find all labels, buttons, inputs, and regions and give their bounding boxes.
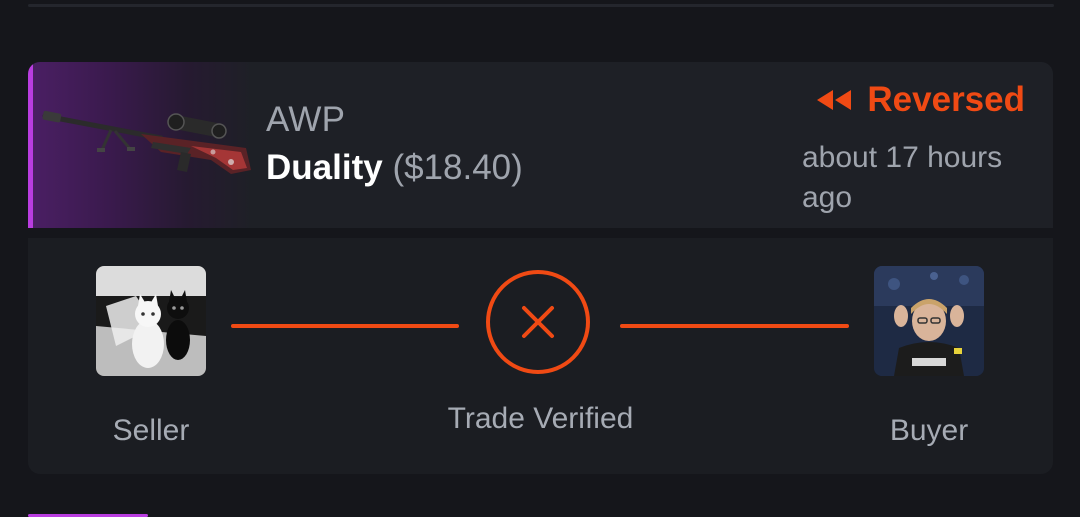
top-divider <box>28 4 1054 7</box>
connector-line-left <box>231 324 459 328</box>
timestamp: about 17 hours ago <box>802 141 1003 214</box>
skin-price: ($18.40) <box>392 148 523 187</box>
status-badge: Reversed <box>815 80 1025 120</box>
buyer-label: Buyer <box>889 414 969 447</box>
connector-line-right <box>620 324 849 328</box>
status-label: Reversed <box>867 80 1025 119</box>
skin-name: Duality <box>266 148 383 187</box>
item-header[interactable]: AWP Duality ($18.40) Reversed about 17 h… <box>28 62 1053 228</box>
x-close-icon <box>522 306 554 338</box>
trade-page: AWP Duality ($18.40) Reversed about 17 h… <box>0 0 1080 517</box>
weapon-name: AWP <box>266 100 346 139</box>
buyer-avatar[interactable] <box>874 266 984 376</box>
seller-label: Seller <box>112 414 190 447</box>
skin-line: Duality ($18.40) <box>266 148 523 188</box>
awp-rifle-icon <box>42 110 251 174</box>
trade-verified-label: Trade Verified <box>447 402 634 435</box>
trade-section: Seller Trade Verified Buyer <box>28 238 1053 474</box>
rewind-icon <box>815 88 853 112</box>
trade-verified-status <box>486 270 590 374</box>
section-divider <box>28 228 1053 238</box>
seller-avatar[interactable] <box>96 266 206 376</box>
item-image <box>33 62 253 228</box>
trade-card[interactable]: AWP Duality ($18.40) Reversed about 17 h… <box>28 62 1053 474</box>
